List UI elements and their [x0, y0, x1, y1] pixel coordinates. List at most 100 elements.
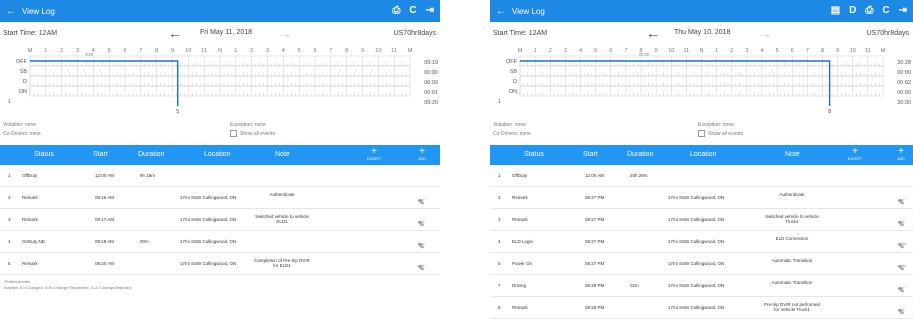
hour-label: N: [700, 48, 704, 54]
start-time-label: Start Time: 12AM: [3, 29, 58, 37]
refresh-icon[interactable]: C: [409, 6, 416, 16]
hour-label: 10: [850, 48, 856, 54]
hour-label: 11: [684, 48, 690, 54]
add-plus-icon[interactable]: +: [889, 146, 913, 157]
hour-label: 7: [329, 48, 332, 54]
table-row[interactable]: 8 Remark 08:28 PM 17mi SSW Collingwood, ON P…: [490, 297, 913, 319]
previous-day-arrow-icon[interactable]: ←: [168, 25, 182, 41]
print-icon[interactable]: ⎙: [392, 6, 400, 16]
hour-label: 4: [282, 48, 285, 54]
table-row[interactable]: 4 ELD Login 08:27 PM 17mi SSW Collingwood, …: [490, 231, 913, 253]
hour-label: 2: [549, 48, 552, 54]
exit-icon[interactable]: ⇥: [426, 6, 434, 16]
row-edit-label: EDIT: [418, 220, 425, 224]
next-day-arrow-icon[interactable]: →: [758, 25, 772, 41]
row-total: 00:02: [897, 80, 911, 86]
row-location: 17mi SSW Collingwood, ON: [180, 239, 237, 244]
except-button-label[interactable]: EXCEPT: [362, 157, 386, 161]
exit-icon[interactable]: ⇥: [899, 6, 907, 16]
add-button-label[interactable]: ADD: [410, 157, 434, 161]
row-start: 08:27 PM: [585, 217, 605, 222]
add-button-label[interactable]: ADD: [889, 157, 913, 161]
log-info: Violation: none Co-Drivers: none Excepti…: [490, 119, 913, 145]
show-all-events-toggle[interactable]: Show all events: [698, 130, 743, 137]
row-status: OffDuty: [22, 173, 38, 178]
print-icon[interactable]: ⎙: [865, 6, 873, 16]
next-day-arrow-icon[interactable]: →: [278, 25, 292, 41]
table-row[interactable]: 3 Remark 08:27 PM 17mi SSW Collingwood, ON S…: [490, 209, 913, 231]
row-location: 17mi SSW Collingwood, ON: [668, 195, 725, 200]
back-arrow-icon[interactable]: ←: [0, 6, 22, 17]
except-plus-icon[interactable]: +: [843, 146, 867, 157]
hour-label: 1: [534, 48, 537, 54]
row-status: ELD Login: [512, 239, 534, 244]
hour-label: M: [28, 48, 33, 54]
table-row[interactable]: 3 Remark 09:17 AM 17mi SSW Collingwood, ON S…: [0, 209, 440, 231]
row-number: 3: [8, 217, 11, 222]
exception-text: Exception: none: [230, 122, 266, 128]
column-note: Note: [275, 151, 290, 158]
row-label: ON: [19, 89, 27, 95]
hour-label: 11: [201, 48, 207, 54]
date-navigation: Start Time: 12AM ← Fri May 11, 2018 → US…: [0, 22, 440, 44]
back-arrow-icon[interactable]: ←: [490, 6, 512, 17]
hour-label: 4: [579, 48, 582, 54]
row-edit-label: EDIT: [418, 264, 425, 268]
hour-label: 3: [745, 48, 748, 54]
hour-label: 2: [60, 48, 63, 54]
row-number: 4: [498, 239, 501, 244]
row-location: 17mi SSW Collingwood, ON: [180, 261, 237, 266]
add-plus-icon[interactable]: +: [410, 146, 434, 157]
hour-label: 8: [345, 48, 348, 54]
table-row[interactable]: 1 OffDuty 12:00 AM 20h 28m: [490, 165, 913, 187]
row-note: Authenticate: [779, 192, 805, 197]
previous-day-arrow-icon[interactable]: ←: [646, 25, 660, 41]
table-row[interactable]: 7 Driving 08:28 PM 02m 17mi SSW Collingwood,…: [490, 275, 913, 297]
row-number: 2: [8, 195, 11, 200]
hour-label: M: [408, 48, 413, 54]
codrivers-text: Co-Drivers: none: [3, 131, 41, 137]
table-row[interactable]: 2 Remark 08:27 PM 17mi SSW Collingwood, ON A…: [490, 187, 913, 209]
codrivers-text: Co-Drivers: none: [493, 131, 531, 137]
except-plus-icon[interactable]: +: [362, 146, 386, 157]
row-start: 09:19 AM: [95, 239, 115, 244]
graph-grid: M 1 2 3 4 5 6 7 8 9 10 11 N 1 2 3 4 5 6 7 8 9 10 11 MOFFSBDON20:…: [498, 48, 911, 115]
column-duration: Duration: [138, 151, 165, 158]
hour-label: 6: [791, 48, 794, 54]
row-edit-label: EDIT: [898, 198, 905, 202]
row-status: Remark: [22, 217, 38, 222]
table-row[interactable]: 4 OnDuty ND 09:19 AM 00m 17mi SSW Collingwoo…: [0, 231, 440, 253]
hour-label: 11: [865, 48, 871, 54]
row-start: 08:28 PM: [585, 283, 605, 288]
table-row[interactable]: 5 Remark 09:20 AM 17mi SSW Collingwood, ON C…: [0, 253, 440, 275]
show-all-events-checkbox[interactable]: [698, 130, 705, 137]
refresh-icon[interactable]: C: [882, 6, 889, 16]
log-info: Violation: none Co-Drivers: none Excepti…: [0, 119, 440, 145]
row-total: 00:01: [424, 90, 438, 96]
row-start: 12:00 AM: [585, 173, 605, 178]
row-start: 08:27 PM: [585, 239, 605, 244]
app-bar: ← View Log ⎙ C ⇥: [0, 0, 440, 22]
row-label: OFF: [16, 59, 28, 65]
row-total: 09:19: [424, 60, 438, 66]
show-all-events-toggle[interactable]: Show all events: [230, 130, 275, 137]
log-date: Thu May 10, 2018: [674, 29, 731, 36]
except-button-label[interactable]: EXCEPT: [843, 157, 867, 161]
table-row[interactable]: 1 OffDuty 12:00 AM 9h 19m: [0, 165, 440, 187]
show-all-events-checkbox[interactable]: [230, 130, 237, 137]
events-table-body: 1 OffDuty 12:00 AM 20h 28m 2 Remark 08:27 PM 17…: [490, 165, 913, 319]
d-icon[interactable]: D: [849, 6, 856, 16]
table-row[interactable]: 2 Remark 09:16 AM 17mi SSW Collingwood, ON A…: [0, 187, 440, 209]
hour-label: 10: [668, 48, 674, 54]
duty-status-graph: M 1 2 3 4 5 6 7 8 9 10 11 N 1 2 3 4 5 6 7 8 9 10 11 M OFF SB D ON 09:…: [0, 44, 440, 119]
row-status: Driving: [512, 283, 527, 288]
table-row[interactable]: 5 Power On 08:27 PM 17mi SSW Collingwood, O…: [490, 253, 913, 275]
violation-text: Violation: none: [493, 122, 526, 128]
row-label: D: [513, 79, 517, 85]
row-start: 09:17 AM: [95, 217, 115, 222]
message-icon[interactable]: ▤: [831, 6, 840, 16]
row-edit-label: EDIT: [898, 308, 905, 312]
hour-label: 8: [155, 48, 158, 54]
row-note: ELD Connection: [775, 236, 809, 241]
row-duration: 9h 19m: [140, 173, 156, 178]
